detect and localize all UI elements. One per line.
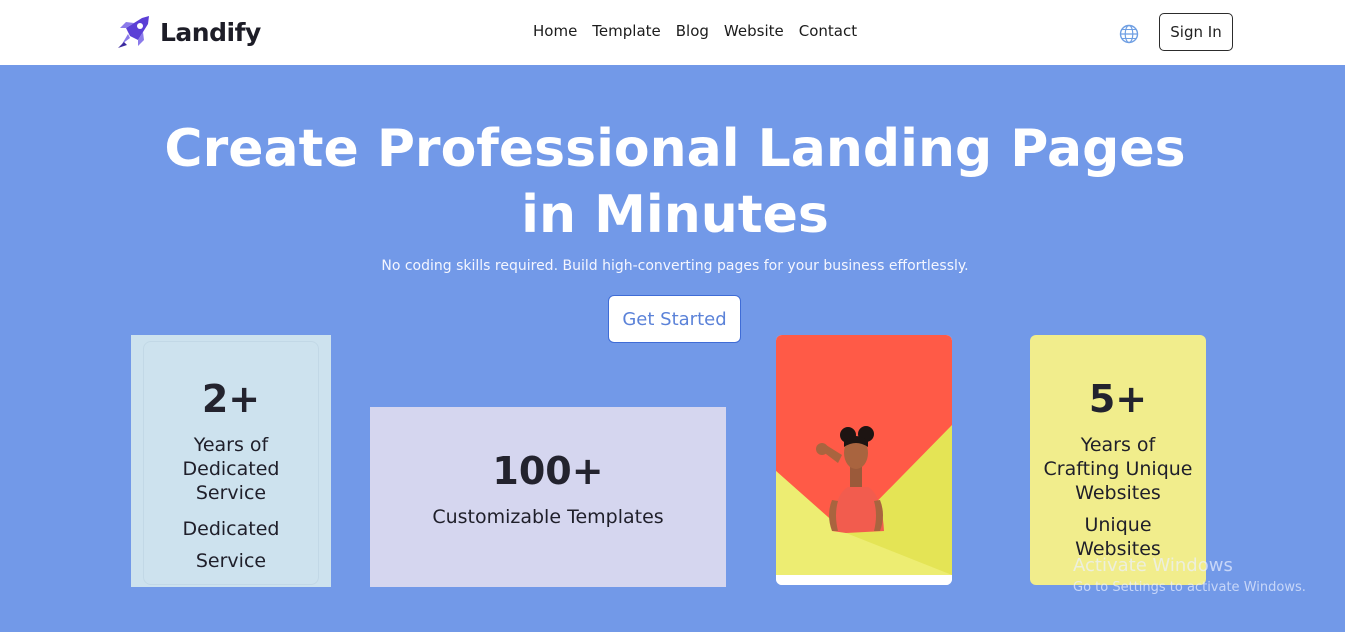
- stat-card-years: 2+ Years of Dedicated Service Dedicated …: [131, 335, 331, 587]
- top-navbar: Landify Home Template Blog Website Conta…: [0, 0, 1345, 65]
- stat-number: 100+: [492, 449, 604, 493]
- stat-label: Years of Dedicated Service: [182, 434, 280, 504]
- globe-icon[interactable]: [1119, 24, 1139, 44]
- stat-label-repeat: Dedicated Service: [182, 518, 280, 572]
- hero-photo-card: [776, 335, 952, 585]
- rocket-logo-icon: [118, 16, 149, 48]
- main-nav: Home Template Blog Website Contact: [533, 22, 857, 40]
- woman-portrait-image: [776, 335, 952, 585]
- nav-link-website[interactable]: Website: [724, 22, 784, 40]
- brand-name: Landify: [160, 17, 261, 47]
- stat-number: 2+: [201, 377, 261, 421]
- stat-card-websites: 5+ Years of Crafting Unique Websites Uni…: [1030, 335, 1206, 585]
- stat-label-repeat: Unique Websites: [1075, 514, 1161, 560]
- watermark-title: Activate Windows: [1073, 555, 1233, 576]
- stat-number: 5+: [1088, 377, 1148, 421]
- stat-card-templates: 100+ Customizable Templates: [370, 407, 726, 587]
- stat-label: Years of Crafting Unique Websites: [1043, 434, 1193, 504]
- nav-link-blog[interactable]: Blog: [676, 22, 709, 40]
- nav-link-home[interactable]: Home: [533, 22, 577, 40]
- nav-link-template[interactable]: Template: [592, 22, 660, 40]
- hero-subtitle: No coding skills required. Build high-co…: [381, 258, 969, 274]
- watermark-subtitle: Go to Settings to activate Windows.: [1073, 580, 1306, 595]
- windows-activation-watermark: Activate Windows Go to Settings to activ…: [1073, 555, 1306, 595]
- brand-logo[interactable]: Landify: [116, 14, 261, 50]
- get-started-button[interactable]: Get Started: [608, 295, 741, 343]
- stat-label: Customizable Templates: [432, 506, 664, 528]
- sign-in-button[interactable]: Sign In: [1159, 13, 1233, 51]
- hero-title: Create Professional Landing Pages in Min…: [164, 119, 1186, 245]
- nav-link-contact[interactable]: Contact: [799, 22, 857, 40]
